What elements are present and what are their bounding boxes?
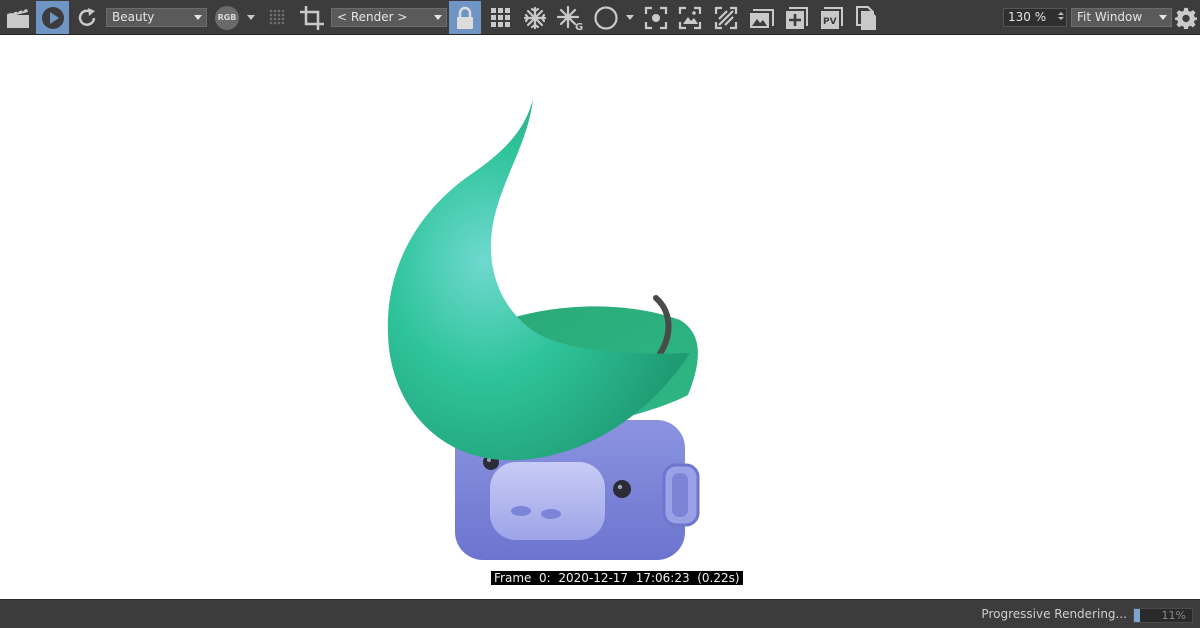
progress-bar: 11% (1133, 608, 1193, 623)
chevron-down-icon[interactable] (247, 15, 255, 20)
play-render-icon (41, 6, 64, 29)
zoom-value: 130 % (1008, 10, 1047, 24)
chevron-down-icon (434, 15, 442, 20)
add-icon[interactable] (781, 0, 813, 35)
image-frame-icon[interactable] (675, 0, 705, 35)
circle-icon[interactable] (591, 0, 621, 35)
grid-icon[interactable] (485, 0, 517, 35)
render-image (387, 99, 700, 560)
status-text: Progressive Rendering... (981, 607, 1127, 621)
snowflake-icon[interactable] (519, 0, 551, 35)
snowflake-g-label: G (575, 22, 583, 31)
refresh-icon[interactable] (71, 0, 103, 35)
fit-select-value: Fit Window (1077, 10, 1143, 24)
robot-snout (490, 462, 605, 540)
rgb-channel-icon[interactable]: RGB (213, 0, 241, 35)
zoom-input[interactable]: 130 % (1003, 8, 1067, 27)
pass-select-value: Beauty (112, 10, 155, 24)
render-select[interactable]: < Render > (331, 8, 447, 27)
chevron-down-icon (194, 15, 202, 20)
robot-eye-right (613, 480, 631, 498)
render-viewport[interactable]: Frame 0: 2020-12-17 17:06:23 (0.22s) (0, 35, 1200, 599)
focus-icon[interactable] (641, 0, 671, 35)
status-bar: Progressive Rendering... 11% (0, 599, 1200, 628)
play-render-button[interactable] (36, 1, 69, 34)
frame-info: Frame 0: 2020-12-17 17:06:23 (0.22s) (491, 571, 743, 585)
fit-window-select[interactable]: Fit Window (1071, 8, 1172, 27)
gear-icon[interactable] (1173, 0, 1199, 35)
pv-icon[interactable]: PV (816, 0, 848, 35)
render-toolbar: Beauty RGB < Render > G PV 130 % Fit Win… (0, 0, 1200, 35)
zoom-stepper[interactable] (1058, 12, 1064, 22)
lock-icon (457, 6, 473, 29)
clapper-icon[interactable] (2, 0, 34, 35)
progress-fill (1134, 609, 1141, 622)
render-select-value: < Render > (337, 10, 408, 24)
crosshatch-icon[interactable] (710, 0, 742, 35)
snowflake-g-icon[interactable]: G (553, 0, 587, 35)
chevron-down-icon[interactable] (626, 15, 634, 20)
grid-dots-icon[interactable] (264, 0, 292, 35)
rgb-badge: RGB (215, 5, 239, 30)
copy-icon[interactable] (850, 0, 882, 35)
chevron-down-icon (1159, 15, 1167, 20)
picture-icon[interactable] (746, 0, 778, 35)
pv-label: PV (823, 17, 837, 27)
progress-label: 11% (1161, 609, 1186, 622)
crop-icon[interactable] (296, 0, 328, 35)
pass-select[interactable]: Beauty (106, 8, 207, 27)
lock-button[interactable] (449, 1, 481, 34)
